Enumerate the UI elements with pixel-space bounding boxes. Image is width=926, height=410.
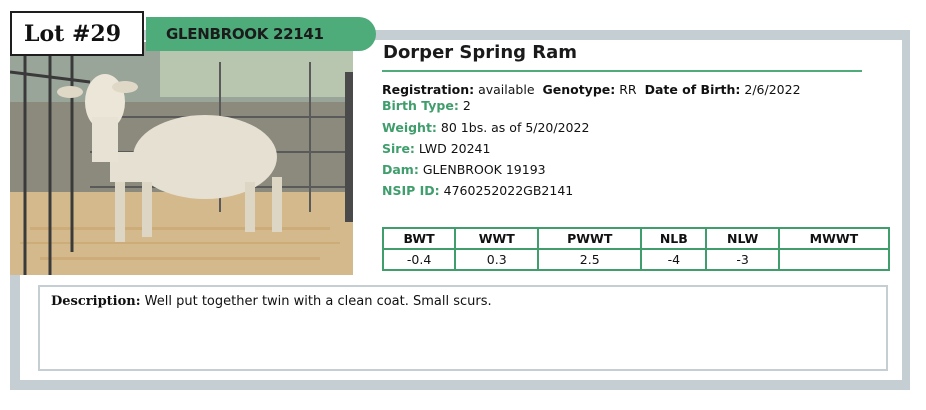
info-row-nsip: NSIP ID: 4760252022GB2141	[382, 183, 573, 199]
sire-label: Sire:	[382, 141, 415, 156]
farm-tag: GLENBROOK 22141	[146, 17, 376, 51]
epd-value-bwt: -0.4	[381, 248, 457, 271]
nsip-label: NSIP ID:	[382, 183, 440, 198]
epd-header-wwt: WWT	[454, 227, 540, 250]
lot-number: Lot #29	[10, 11, 144, 56]
ram-photo	[10, 42, 353, 275]
dob-label: Date of Birth:	[644, 82, 741, 97]
info-row-dam: Dam: GLENBROOK 19193	[382, 162, 546, 178]
epd-header-bwt: BWT	[381, 227, 457, 250]
description-label: Description:	[51, 294, 141, 309]
dam-value: GLENBROOK 19193	[422, 162, 546, 177]
birth-type-value: 2	[462, 98, 471, 113]
description-box: Description: Well put together twin with…	[38, 285, 888, 371]
epd-value-pwwt: 2.5	[537, 248, 643, 271]
title-divider	[382, 70, 862, 72]
registration-label: Registration:	[382, 82, 475, 97]
epd-value-wwt: 0.3	[454, 248, 540, 271]
epd-header-mwwt: MWWT	[777, 227, 891, 250]
info-row-weight: Weight: 80 1bs. as of 5/20/2022	[382, 120, 589, 136]
dob-value: 2/6/2022	[744, 82, 801, 97]
epd-header-pwwt: PWWT	[537, 227, 643, 250]
genotype-value: RR	[619, 82, 637, 97]
epd-value-row: -0.4 0.3 2.5 -4 -3	[381, 248, 891, 271]
description-text: Well put together twin with a clean coat…	[144, 294, 492, 309]
epd-value-nlb: -4	[640, 248, 708, 271]
weight-value: 80 1bs. as of 5/20/2022	[440, 120, 590, 135]
info-row-sire: Sire: LWD 20241	[382, 141, 490, 157]
epd-table: BWT WWT PWWT NLB NLW MWWT -0.4 0.3 2.5 -…	[381, 227, 891, 271]
epd-value-mwwt	[777, 248, 891, 271]
sire-value: LWD 20241	[418, 141, 491, 156]
nsip-value: 4760252022GB2141	[443, 183, 574, 198]
animal-title: Dorper Spring Ram	[383, 42, 578, 63]
registration-value: available	[478, 82, 535, 97]
epd-value-nlw: -3	[705, 248, 780, 271]
info-row-birth-type: Birth Type: 2	[382, 98, 471, 114]
birth-type-label: Birth Type:	[382, 98, 459, 113]
epd-header-nlb: NLB	[640, 227, 708, 250]
epd-header-row: BWT WWT PWWT NLB NLW MWWT	[381, 227, 891, 250]
dam-label: Dam:	[382, 162, 419, 177]
weight-label: Weight:	[382, 120, 437, 135]
genotype-label: Genotype:	[542, 82, 616, 97]
epd-header-nlw: NLW	[705, 227, 780, 250]
info-row-registration: Registration: available Genotype: RR Dat…	[382, 82, 801, 98]
